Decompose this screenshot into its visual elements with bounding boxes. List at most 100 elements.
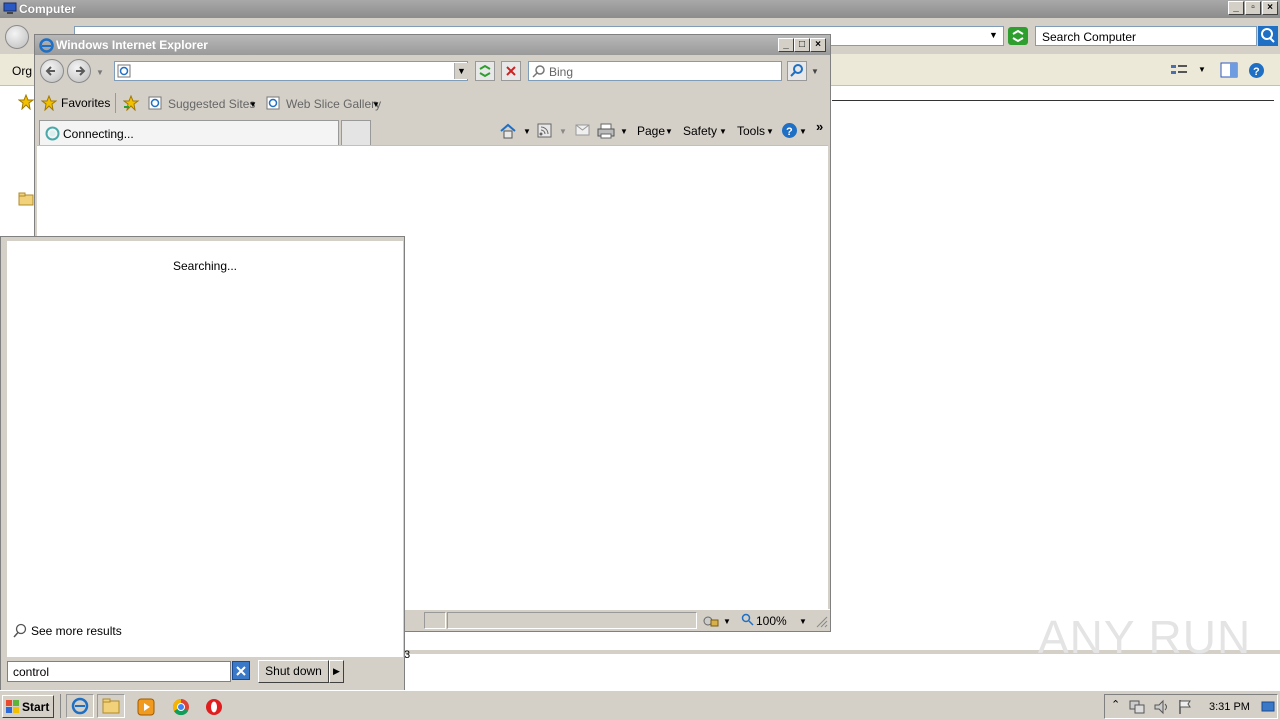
zoom-dropdown-icon[interactable]: ▼: [799, 617, 807, 626]
tab-label: Connecting...: [63, 127, 134, 141]
safety-dropdown-icon[interactable]: ▼: [719, 127, 727, 136]
start-search-value: control: [13, 665, 50, 679]
taskbar-ie-button[interactable]: [66, 694, 94, 718]
suggested-sites-link[interactable]: Suggested Sites: [168, 97, 255, 111]
clear-search-icon[interactable]: [232, 661, 250, 680]
favorites-star-icon[interactable]: [41, 95, 57, 111]
anyrun-watermark: ANY RUN: [1038, 611, 1252, 663]
address-dropdown-icon[interactable]: ▼: [454, 63, 468, 79]
fav-separator: [115, 93, 116, 113]
see-more-results-link[interactable]: See more results: [31, 624, 122, 638]
read-mail-icon[interactable]: [575, 124, 590, 136]
explorer-search-placeholder: Search Computer: [1042, 30, 1137, 44]
explorer-back-button[interactable]: [5, 25, 29, 49]
taskbar-explorer-button[interactable]: [97, 694, 125, 718]
ie-search-input[interactable]: Bing: [528, 61, 782, 81]
clock[interactable]: 3:31 PM: [1209, 701, 1250, 713]
page-menu[interactable]: Page: [637, 124, 665, 138]
ie-back-button[interactable]: [40, 59, 64, 83]
loading-spinner-icon: [45, 126, 60, 141]
start-button[interactable]: Start: [2, 695, 54, 718]
web-slice-icon: [266, 96, 280, 110]
compat-refresh-icon[interactable]: [475, 61, 495, 81]
start-menu-bottom: control Shut down ▶: [1, 657, 404, 690]
action-center-flag-icon[interactable]: [1177, 699, 1193, 715]
ie-close-button[interactable]: ×: [810, 38, 826, 52]
explorer-title-bar[interactable]: Computer _ ▫ ×: [0, 0, 1280, 18]
ie-help-icon[interactable]: ?: [781, 122, 798, 139]
bing-search-icon: [532, 64, 546, 78]
home-icon[interactable]: [499, 122, 517, 140]
suggested-sites-dropdown-icon[interactable]: ▼: [249, 100, 257, 109]
safety-menu[interactable]: Safety: [683, 124, 717, 138]
chevron-more-icon[interactable]: »: [816, 119, 823, 134]
opera-icon[interactable]: [205, 698, 223, 716]
protected-mode-icon[interactable]: [702, 613, 720, 629]
ie-maximize-button[interactable]: □: [794, 38, 810, 52]
computer-icon: [3, 2, 17, 15]
stop-icon[interactable]: [501, 61, 521, 81]
ie-address-input[interactable]: ▼: [114, 61, 468, 81]
new-tab-button[interactable]: [341, 120, 371, 145]
organize-menu[interactable]: Org: [12, 64, 32, 78]
ie-forward-button[interactable]: [67, 59, 91, 83]
svg-text:?: ?: [786, 126, 793, 138]
shutdown-options-arrow-icon[interactable]: ▶: [329, 660, 344, 683]
tab-connecting[interactable]: Connecting...: [39, 120, 339, 145]
chrome-icon[interactable]: [172, 698, 190, 716]
explorer-search-input[interactable]: Search Computer: [1035, 26, 1257, 46]
ie-window-title: Windows Internet Explorer: [56, 38, 208, 52]
media-player-icon[interactable]: [137, 698, 155, 716]
explorer-restore-button[interactable]: ▫: [1245, 1, 1261, 15]
system-tray: ⌃ 3:31 PM: [1104, 694, 1278, 719]
show-desktop-icon[interactable]: [1261, 700, 1275, 714]
search-go-icon[interactable]: [787, 61, 807, 81]
ie-minimize-button[interactable]: _: [778, 38, 794, 52]
explorer-minimize-button[interactable]: _: [1228, 1, 1244, 15]
ie-favorites-bar: Favorites Suggested Sites ▼ Web Slice Ga…: [35, 87, 830, 119]
start-search-results: Searching... See more results: [7, 241, 403, 657]
protected-mode-dropdown-icon[interactable]: ▼: [723, 617, 731, 626]
start-search-input[interactable]: control: [7, 661, 231, 682]
tools-dropdown-icon[interactable]: ▼: [766, 127, 774, 136]
windows-logo-icon: [5, 699, 21, 715]
view-dropdown-icon[interactable]: ▼: [1198, 65, 1206, 74]
recent-pages-dropdown-icon[interactable]: ▼: [96, 68, 104, 77]
feeds-icon[interactable]: [537, 123, 552, 138]
volume-icon[interactable]: [1153, 699, 1169, 715]
explorer-address-dropdown-icon[interactable]: ▼: [989, 30, 998, 40]
add-to-favorites-bar-icon[interactable]: [123, 95, 141, 111]
web-slice-dropdown-icon[interactable]: ▼: [372, 100, 380, 109]
web-slice-gallery-link[interactable]: Web Slice Gallery: [286, 97, 381, 111]
tools-menu[interactable]: Tools: [737, 124, 765, 138]
help-icon[interactable]: ?: [1248, 62, 1265, 79]
shut-down-button[interactable]: Shut down: [258, 660, 329, 683]
favorites-button[interactable]: Favorites: [61, 96, 110, 110]
library-folder-icon[interactable]: [18, 192, 34, 206]
print-dropdown-icon[interactable]: ▼: [620, 127, 628, 136]
search-options-dropdown-icon[interactable]: ▼: [811, 67, 819, 76]
svg-text:?: ?: [1253, 66, 1260, 78]
refresh-icon[interactable]: [1008, 27, 1028, 45]
preview-pane-icon[interactable]: [1220, 62, 1238, 78]
status-pane-wide: [447, 612, 697, 629]
show-hidden-icons-chevron-icon[interactable]: ⌃: [1111, 698, 1120, 711]
change-view-icon[interactable]: [1170, 63, 1188, 77]
resize-grip-icon[interactable]: [816, 616, 828, 628]
ie-title-bar[interactable]: Windows Internet Explorer _ □ ×: [35, 35, 830, 55]
home-dropdown-icon[interactable]: ▼: [523, 127, 531, 136]
zoom-level[interactable]: 100%: [756, 614, 787, 628]
network-icon[interactable]: [1129, 699, 1145, 715]
status-pane: [424, 612, 446, 629]
explorer-window-title: Computer: [19, 2, 76, 16]
print-icon[interactable]: [597, 123, 615, 139]
search-icon[interactable]: [1258, 26, 1278, 46]
explorer-close-button[interactable]: ×: [1262, 1, 1278, 15]
zoom-icon[interactable]: [741, 613, 755, 627]
see-more-search-icon: [13, 623, 27, 638]
help-dropdown-icon[interactable]: ▼: [799, 127, 807, 136]
favorites-star-icon[interactable]: [18, 94, 34, 110]
ie-logo-icon: [39, 38, 54, 53]
page-dropdown-icon[interactable]: ▼: [665, 127, 673, 136]
feeds-dropdown-icon[interactable]: ▼: [559, 127, 567, 136]
